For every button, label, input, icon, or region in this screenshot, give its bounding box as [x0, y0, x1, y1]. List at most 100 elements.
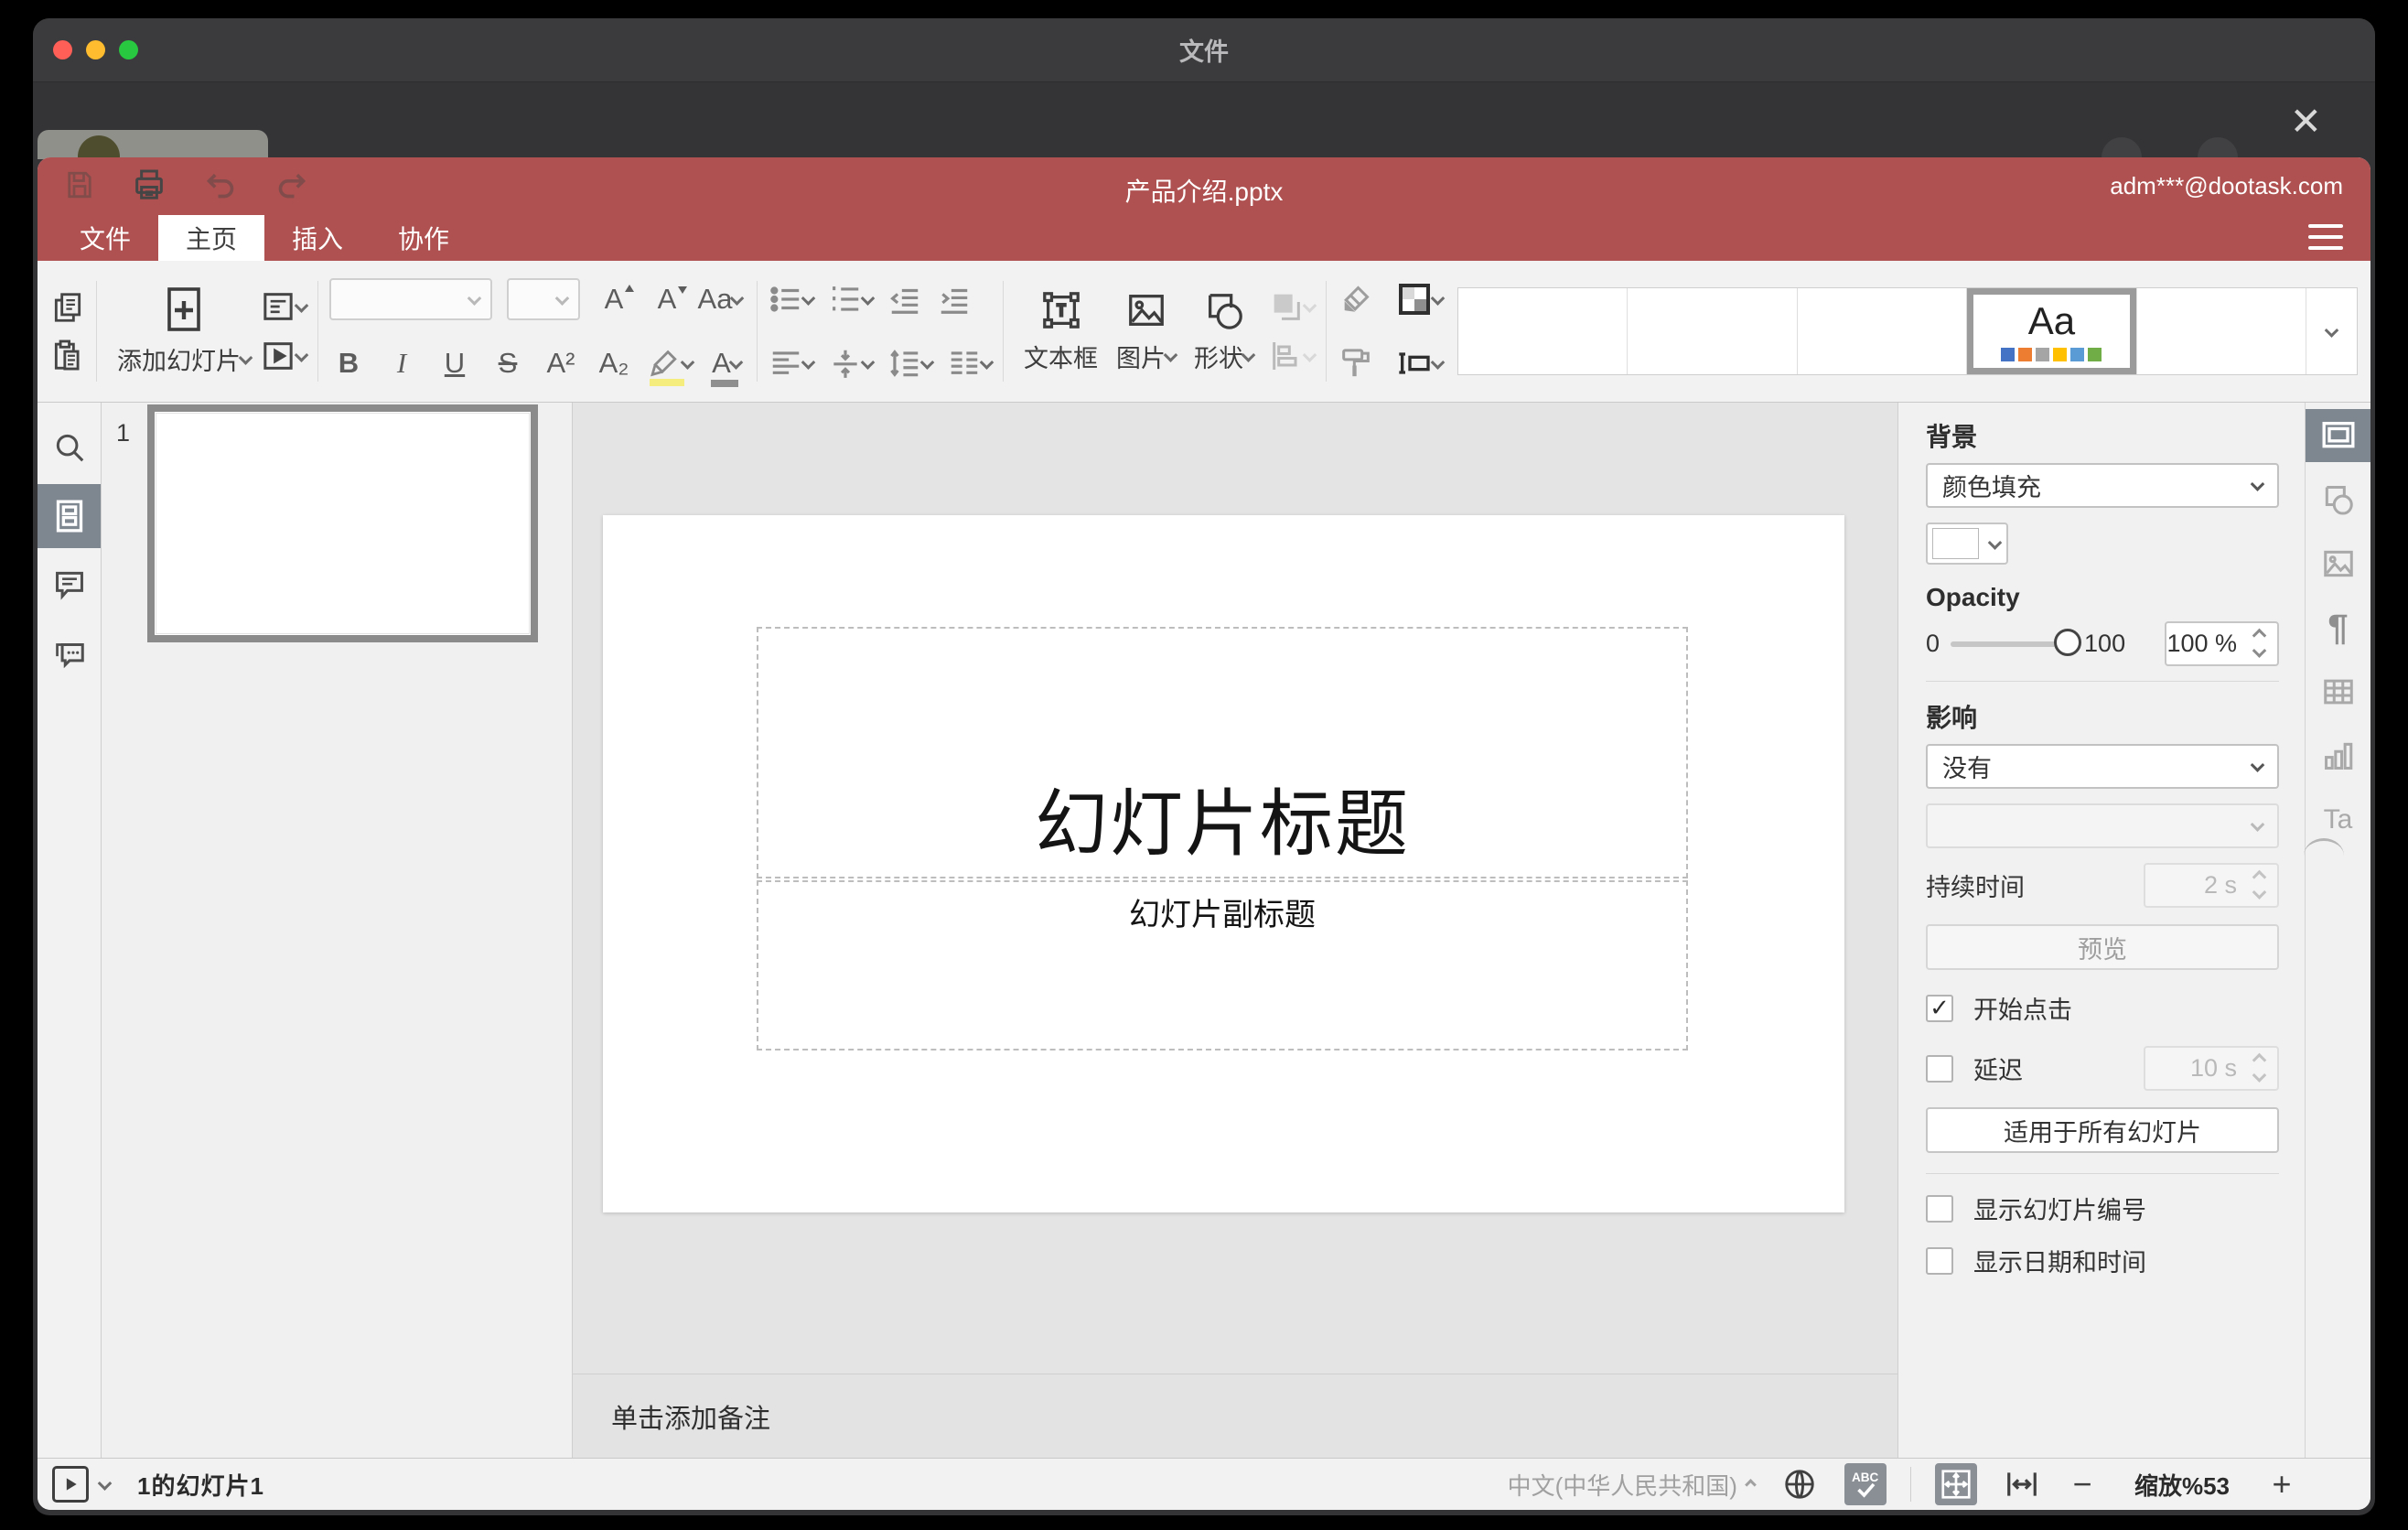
duration-label: 持续时间: [1926, 874, 2025, 901]
start-slideshow-status-icon[interactable]: [52, 1466, 89, 1503]
shape-label: 形状: [1194, 344, 1243, 372]
start-slideshow-icon[interactable]: [260, 338, 309, 374]
preview-button[interactable]: 预览: [1926, 924, 2279, 970]
close-dialog-icon[interactable]: ✕: [2290, 102, 2322, 141]
superscript-icon[interactable]: A²: [542, 347, 580, 380]
title-placeholder[interactable]: 幻灯片标题: [757, 627, 1688, 878]
increase-font-icon[interactable]: A: [595, 283, 634, 316]
change-layout-icon[interactable]: [260, 288, 309, 325]
paste-icon[interactable]: [50, 338, 85, 372]
table-settings-icon[interactable]: [2306, 665, 2370, 718]
opacity-spinner[interactable]: 100 %: [2165, 621, 2279, 666]
left-toolbar: [38, 403, 102, 1458]
zoom-in-icon[interactable]: +: [2266, 1468, 2297, 1501]
comments-icon[interactable]: [38, 553, 101, 617]
spell-check-icon[interactable]: ABC: [1844, 1463, 1887, 1505]
effect-variant-select[interactable]: [1926, 803, 2279, 848]
columns-icon[interactable]: [947, 346, 994, 381]
tab-insert[interactable]: 插入: [264, 215, 371, 261]
show-date-time-checkbox[interactable]: [1926, 1246, 1953, 1275]
arrange-shape-icon[interactable]: [1268, 288, 1317, 325]
image-button[interactable]: 图片: [1107, 261, 1185, 402]
theme-option[interactable]: [1458, 288, 1629, 374]
text-art-settings-icon[interactable]: Ta: [2304, 793, 2370, 846]
bold-icon[interactable]: B: [329, 347, 368, 380]
set-language-globe-icon[interactable]: [1779, 1463, 1821, 1505]
slide-size-icon[interactable]: [1396, 345, 1446, 382]
effect-select[interactable]: 没有: [1926, 744, 2279, 789]
font-name-select[interactable]: [329, 278, 492, 320]
show-slide-number-label: 显示幻灯片编号: [1973, 1197, 2146, 1224]
show-slide-number-checkbox[interactable]: [1926, 1194, 1953, 1223]
numbered-list-icon[interactable]: [828, 282, 876, 317]
slide-settings-icon[interactable]: [2306, 409, 2370, 462]
slide[interactable]: 幻灯片标题 幻灯片副标题: [603, 515, 1844, 1212]
theme-gallery-expand-icon[interactable]: [2306, 288, 2357, 374]
text-box-button[interactable]: 文本框: [1015, 261, 1107, 402]
slide-counter: 1的幻灯片1: [137, 1471, 264, 1500]
start-on-click-checkbox[interactable]: ✓: [1926, 994, 1953, 1022]
fill-color-select[interactable]: [1926, 523, 2008, 565]
apply-to-all-button[interactable]: 适用于所有幻灯片: [1926, 1107, 2279, 1153]
opacity-slider-knob[interactable]: [2054, 628, 2082, 656]
theme-option[interactable]: [1798, 288, 1968, 374]
vertical-align-icon[interactable]: [828, 346, 876, 381]
avatar: [78, 135, 120, 159]
copy-icon[interactable]: [50, 290, 85, 325]
delay-checkbox[interactable]: [1926, 1054, 1953, 1083]
color-scheme-icon[interactable]: [1396, 281, 1446, 318]
italic-icon[interactable]: I: [382, 347, 421, 380]
opacity-max: 100: [2084, 630, 2126, 657]
decrease-font-icon[interactable]: A: [648, 283, 687, 316]
underline-icon[interactable]: U: [435, 347, 474, 380]
font-color-icon[interactable]: A: [707, 347, 746, 387]
svg-text:ABC: ABC: [1852, 1471, 1878, 1484]
slide-thumbnail[interactable]: [147, 404, 538, 642]
fit-to-slide-icon[interactable]: [1934, 1463, 1977, 1505]
paragraph-settings-icon[interactable]: ¶: [2306, 601, 2370, 654]
tab-collaboration[interactable]: 协作: [371, 215, 477, 261]
bullet-list-icon[interactable]: [769, 282, 816, 317]
slide-thumbnails-panel: 1: [102, 403, 573, 1458]
subtitle-placeholder[interactable]: 幻灯片副标题: [757, 880, 1688, 1051]
duration-spinner[interactable]: 2 s: [2144, 863, 2279, 908]
delay-spinner[interactable]: 10 s: [2144, 1046, 2279, 1091]
decrease-indent-icon[interactable]: [887, 282, 922, 317]
slides-panel-icon[interactable]: [38, 484, 101, 548]
theme-option-selected[interactable]: Aa: [1967, 288, 2137, 374]
fit-to-width-icon[interactable]: [2001, 1463, 2043, 1505]
line-spacing-icon[interactable]: [887, 346, 935, 381]
add-slide-button[interactable]: 添加幻灯片: [108, 261, 260, 402]
menu-hamburger-icon[interactable]: [2308, 224, 2343, 250]
effect-label: 影响: [1926, 704, 1978, 732]
search-icon[interactable]: [38, 415, 101, 479]
right-settings-strip: ¶ Ta: [2304, 403, 2370, 1458]
chart-settings-icon[interactable]: [2306, 729, 2370, 782]
eraser-icon[interactable]: [1338, 281, 1374, 318]
fill-type-select[interactable]: 颜色填充: [1926, 463, 2279, 508]
tab-home[interactable]: 主页: [158, 215, 265, 261]
theme-option[interactable]: [2137, 288, 2306, 374]
font-size-select[interactable]: [507, 278, 580, 320]
image-settings-icon[interactable]: [2306, 537, 2370, 590]
shape-button[interactable]: 形状: [1185, 261, 1263, 402]
notes-area[interactable]: 单击添加备注: [573, 1374, 1897, 1458]
change-case-icon[interactable]: Aa: [698, 283, 745, 316]
highlight-color-icon[interactable]: [648, 348, 695, 386]
chat-icon[interactable]: [38, 621, 101, 685]
background-app-window: [38, 130, 268, 159]
increase-indent-icon[interactable]: [937, 282, 972, 317]
opacity-slider[interactable]: [1951, 628, 2082, 656]
strikethrough-icon[interactable]: S: [489, 347, 527, 380]
tab-file[interactable]: 文件: [52, 215, 158, 261]
theme-option[interactable]: [1628, 288, 1798, 374]
ribbon-tabs: 文件 主页 插入 协作: [52, 215, 477, 261]
shape-settings-icon[interactable]: [2306, 473, 2370, 526]
align-shape-icon[interactable]: [1268, 338, 1317, 374]
copy-style-icon[interactable]: [1338, 345, 1374, 382]
document-language[interactable]: 中文(中华人民共和国): [1508, 1468, 1757, 1502]
start-on-click-label: 开始点击: [1973, 997, 2072, 1024]
subscript-icon[interactable]: A₂: [595, 347, 633, 380]
zoom-out-icon[interactable]: −: [2067, 1468, 2098, 1501]
horizontal-align-icon[interactable]: [769, 346, 816, 381]
